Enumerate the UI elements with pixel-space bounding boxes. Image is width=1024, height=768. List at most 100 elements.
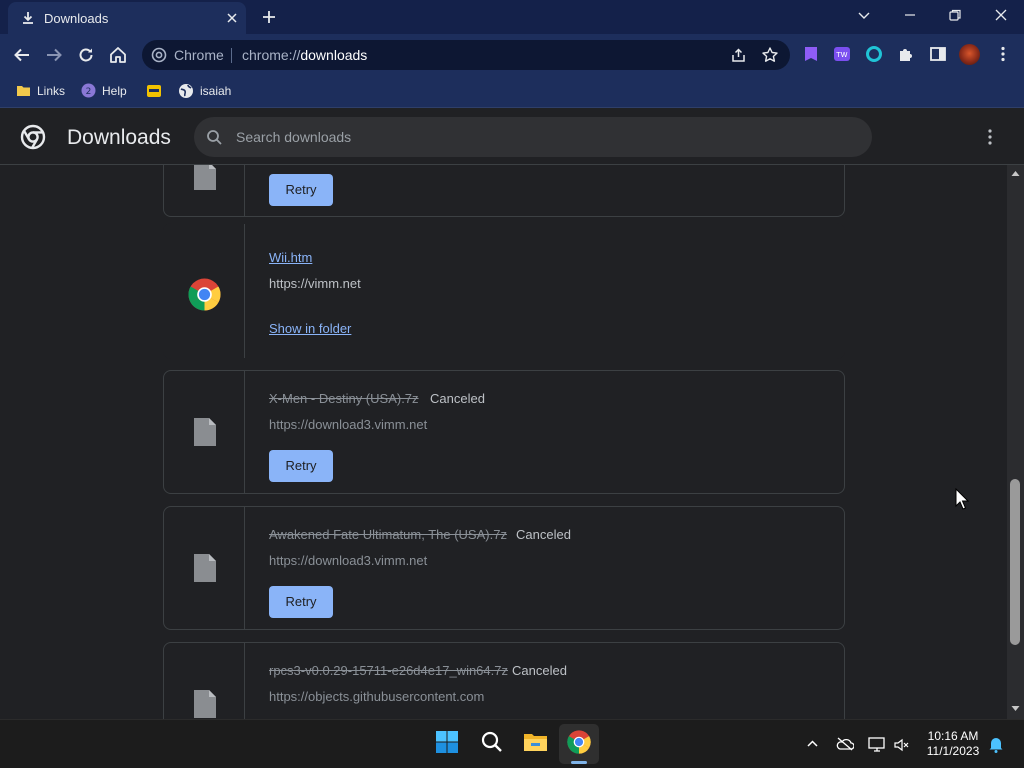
search-taskbar-icon[interactable] <box>480 730 504 754</box>
reload-icon[interactable] <box>76 45 96 65</box>
site-chip: Chrome <box>174 47 224 63</box>
extensions-puzzle-icon[interactable] <box>897 45 915 63</box>
bookmark-label: Links <box>37 83 66 98</box>
bookmark-isaiah[interactable]: isaiah <box>178 83 231 99</box>
system-clock[interactable]: 10:16 AM 11/1/2023 <box>918 729 988 759</box>
url-text[interactable]: chrome://downloads <box>242 47 367 63</box>
search-box[interactable] <box>194 117 872 157</box>
file-icon-column <box>164 371 245 493</box>
side-panel-icon[interactable] <box>929 45 947 63</box>
clock-date: 11/1/2023 <box>926 744 980 758</box>
file-icon <box>194 418 216 446</box>
retry-button[interactable]: Retry <box>269 174 333 206</box>
chrome-logo-icon <box>20 124 46 150</box>
file-icon-column <box>164 643 245 719</box>
home-icon[interactable] <box>108 45 128 65</box>
download-item: Retry <box>163 165 845 217</box>
file-url[interactable]: https://vimm.net <box>269 276 361 291</box>
tab-search-icon[interactable] <box>857 8 871 22</box>
address-bar[interactable]: Chrome chrome://downloads <box>142 40 790 70</box>
file-explorer-icon[interactable] <box>523 730 548 754</box>
minimize-icon[interactable] <box>903 8 917 22</box>
scrollbar-thumb[interactable] <box>1010 479 1020 645</box>
forward-icon[interactable] <box>44 45 64 65</box>
svg-text:TW: TW <box>835 51 847 59</box>
search-input[interactable] <box>236 127 836 147</box>
file-icon-column <box>164 507 245 629</box>
mouse-cursor-icon <box>955 488 969 510</box>
scroll-down-arrow-icon[interactable] <box>1011 705 1020 712</box>
scroll-up-arrow-icon[interactable] <box>1011 170 1020 177</box>
onedrive-icon[interactable] <box>836 737 854 751</box>
file-icon <box>194 165 216 190</box>
file-icon <box>194 690 216 718</box>
tab-downloads[interactable]: Downloads <box>8 2 246 34</box>
profile-avatar[interactable] <box>959 44 980 65</box>
download-item: Wii.htm https://vimm.net Show in folder <box>163 223 845 359</box>
file-icon-column <box>164 165 245 216</box>
bookmark-links[interactable]: Links <box>16 83 65 98</box>
file-url[interactable]: https://download3.vimm.net <box>269 553 427 568</box>
download-icon <box>21 11 35 25</box>
windows-taskbar: 10:16 AM 11/1/2023 <box>0 719 1024 768</box>
page-title: Downloads <box>67 126 171 149</box>
chrome-site-icon <box>151 47 167 63</box>
file-icon <box>194 554 216 582</box>
share-icon[interactable] <box>730 47 747 64</box>
volume-muted-icon[interactable] <box>894 737 910 753</box>
new-tab-icon[interactable] <box>261 9 277 25</box>
download-item: rpcs3-v0.0.29-15711-e26d4e17_win64.7z Ca… <box>163 642 845 719</box>
page-scrollbar[interactable] <box>1007 165 1024 719</box>
extension-purple-icon[interactable] <box>802 45 820 63</box>
clock-time: 10:16 AM <box>927 729 979 743</box>
extension-ring-icon[interactable] <box>865 45 883 63</box>
search-icon <box>206 129 223 146</box>
status-label: Canceled <box>516 527 571 542</box>
file-name-link[interactable]: Wii.htm <box>269 250 312 265</box>
start-menu-icon[interactable] <box>435 730 459 754</box>
file-name: rpcs3-v0.0.29-15711-e26d4e17_win64.7z <box>269 663 508 678</box>
active-app-indicator <box>571 761 587 764</box>
file-url[interactable]: https://objects.githubusercontent.com <box>269 689 484 704</box>
globe-icon <box>178 83 194 99</box>
show-in-folder-link[interactable]: Show in folder <box>269 321 351 336</box>
help-circle-icon: 2 <box>81 83 96 98</box>
file-url[interactable]: https://download3.vimm.net <box>269 417 427 432</box>
close-tab-icon[interactable] <box>226 12 238 24</box>
more-actions-icon[interactable] <box>983 128 997 146</box>
notification-bell-icon[interactable] <box>988 736 1004 753</box>
svg-text:2: 2 <box>86 87 92 97</box>
downloads-list: Retry Wii.htm https://vimm.net Show in f… <box>0 165 1024 719</box>
bookmark-label: isaiah <box>200 84 232 98</box>
file-name: X-Men - Destiny (USA).7z <box>269 391 419 406</box>
status-label: Canceled <box>430 391 485 406</box>
retry-button[interactable]: Retry <box>269 586 333 618</box>
status-label: Canceled <box>512 663 567 678</box>
bookmark-app[interactable] <box>146 83 168 99</box>
bookmark-label: Help <box>102 83 127 98</box>
tab-title: Downloads <box>44 11 109 26</box>
back-icon[interactable] <box>12 45 32 65</box>
tab-strip: Downloads <box>0 0 1024 34</box>
bookmark-star-icon[interactable] <box>761 46 779 64</box>
app-icon <box>146 83 162 99</box>
chrome-taskbar-icon[interactable] <box>567 730 591 754</box>
omnibox-divider <box>231 48 232 63</box>
downloads-header: Downloads <box>0 109 1024 165</box>
bookmark-help[interactable]: 2 Help <box>81 83 127 98</box>
show-hidden-icons-icon[interactable] <box>806 737 819 750</box>
file-name: Awakened Fate Ultimatum, The (USA).7z <box>269 527 507 542</box>
network-icon[interactable] <box>868 737 886 753</box>
chrome-menu-icon[interactable] <box>994 45 1012 63</box>
folder-icon <box>16 83 31 98</box>
file-icon-column <box>164 224 245 358</box>
retry-button[interactable]: Retry <box>269 450 333 482</box>
restore-icon[interactable] <box>948 8 962 22</box>
chrome-file-icon <box>188 278 221 311</box>
extension-tw-icon[interactable]: TW <box>833 45 851 63</box>
download-item: X-Men - Destiny (USA).7z Canceled https:… <box>163 370 845 494</box>
close-window-icon[interactable] <box>994 8 1008 22</box>
bookmarks-bar: Links 2 Help isaiah <box>0 76 1024 108</box>
browser-toolbar: Chrome chrome://downloads TW <box>0 34 1024 76</box>
download-item: Awakened Fate Ultimatum, The (USA).7z Ca… <box>163 506 845 630</box>
